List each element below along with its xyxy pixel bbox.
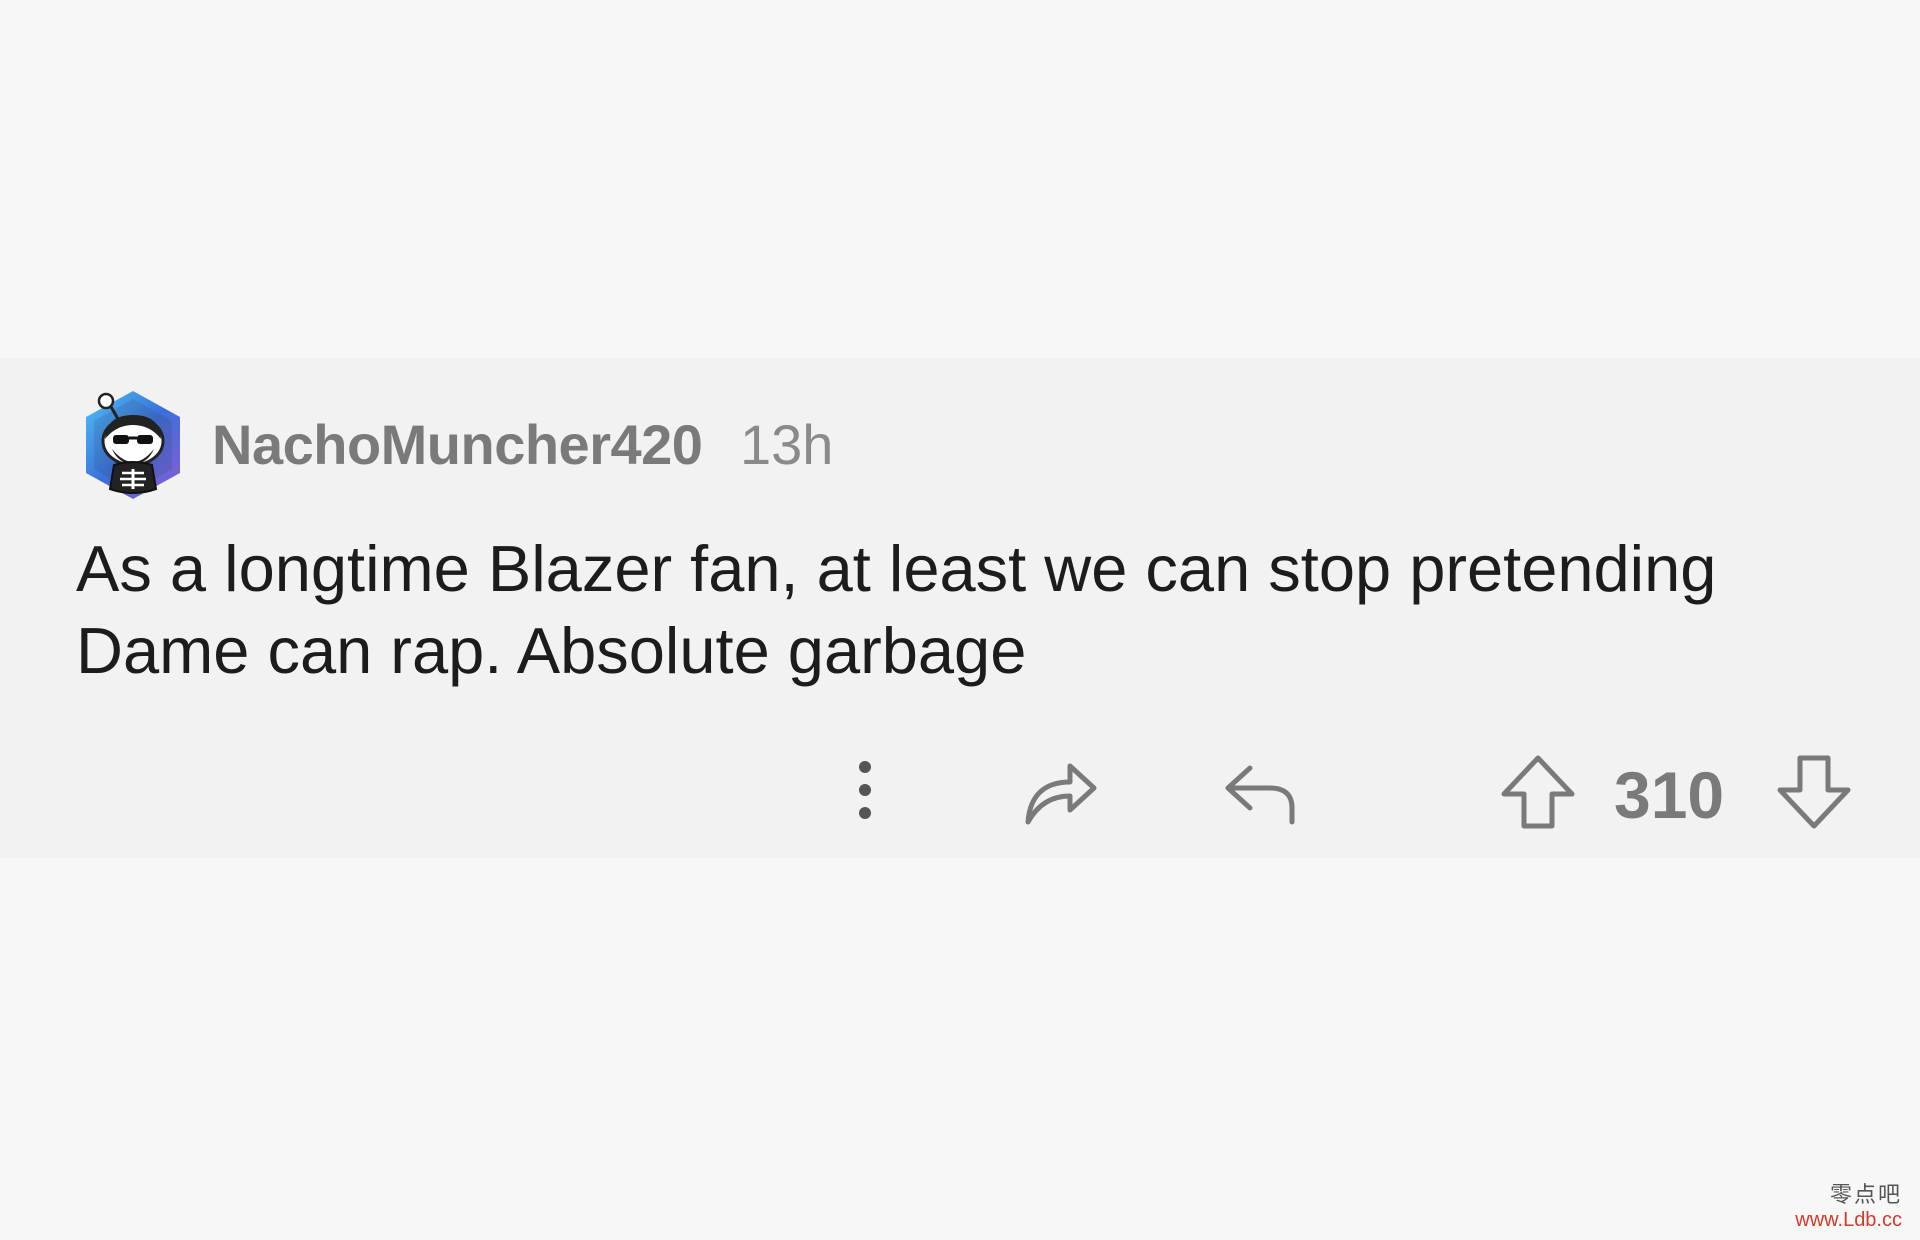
comment-body: As a longtime Blazer fan, at least we ca… <box>76 528 1876 692</box>
reply-arrow-icon <box>1225 765 1295 825</box>
snoo-avatar-icon <box>86 391 180 499</box>
vertical-dots-icon <box>859 761 871 819</box>
downvote-button[interactable] <box>1774 752 1854 832</box>
comment-author[interactable]: NachoMuncher420 <box>212 412 703 477</box>
user-avatar[interactable] <box>78 385 188 505</box>
vote-count: 310 <box>1614 758 1725 832</box>
watermark-url: www.Ldb.cc <box>1795 1209 1902 1231</box>
share-arrow-icon <box>1025 763 1097 825</box>
comment-body-line: Dame can rap. Absolute garbage <box>76 614 1027 687</box>
reply-button[interactable] <box>1220 750 1300 830</box>
comment-body-line: As a longtime Blazer fan, at least we ca… <box>76 532 1717 605</box>
watermark: 零点吧 www.Ldb.cc <box>1795 1177 1902 1232</box>
arrow-down-icon <box>1777 755 1851 829</box>
more-options-button[interactable] <box>840 750 890 830</box>
arrow-up-icon <box>1501 755 1575 829</box>
upvote-button[interactable] <box>1498 752 1578 832</box>
watermark-chinese: 零点吧 <box>1829 1183 1902 1208</box>
share-button[interactable] <box>1020 750 1100 830</box>
comment-timestamp: 13h <box>740 413 834 476</box>
